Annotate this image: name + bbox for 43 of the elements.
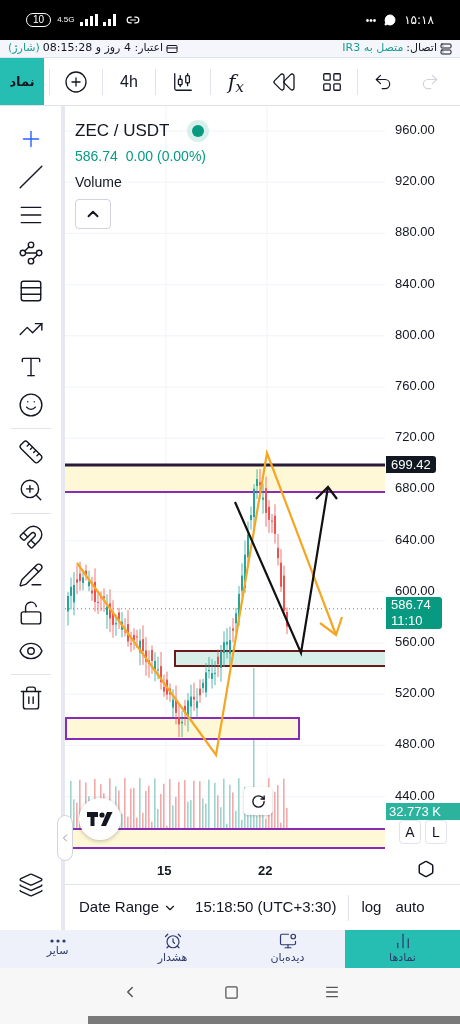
price-label: 640.00 <box>395 531 435 547</box>
connection-status: متصل به IR3 <box>342 40 404 57</box>
volume-tag: 32.773 K <box>386 803 460 820</box>
log-button[interactable]: log <box>361 896 382 919</box>
last-price-value: 586.74 <box>391 596 432 613</box>
scale-button[interactable]: L <box>425 820 447 844</box>
price-label: 480.00 <box>395 736 435 752</box>
nav-tab[interactable]: نمادها <box>345 930 460 968</box>
price-label: 920.00 <box>395 173 435 189</box>
price-label: 560.00 <box>395 634 435 649</box>
scale-button[interactable]: A <box>399 820 421 844</box>
last-price: 586.74 <box>75 146 118 166</box>
indicators-button[interactable]: f$_{x}$ <box>211 66 261 97</box>
nav-tab[interactable]: دیده‌بان <box>230 930 345 968</box>
symbol-button[interactable]: نماد <box>0 58 44 105</box>
price-label: 680.00 <box>395 480 435 496</box>
date-label: 22 <box>258 862 273 880</box>
price-label: 600.00 <box>395 582 435 598</box>
time-zone: 15:18:50 (UTC+3:30) <box>195 897 337 918</box>
more-indicator: ••• <box>365 13 377 28</box>
date-label: 15 <box>157 862 172 880</box>
clock: ۱۵:۱۸ <box>404 12 434 29</box>
interval-button[interactable]: 4h <box>103 69 155 94</box>
countdown: 11:10 <box>391 612 424 629</box>
nav-tab[interactable]: هشدار <box>115 930 230 968</box>
nav-tab[interactable]: سایر <box>0 930 115 968</box>
price-label: 840.00 <box>395 275 435 291</box>
network-type: 4.5G <box>57 16 75 24</box>
price-label: 960.00 <box>395 122 435 137</box>
price-label: 720.00 <box>395 429 435 445</box>
connection-label: اتصال: <box>406 40 437 57</box>
auto-button[interactable]: auto <box>395 896 425 919</box>
price-label: 760.00 <box>395 378 435 393</box>
price-label: 800.00 <box>395 326 435 342</box>
price-label: 880.00 <box>395 224 435 240</box>
price-label: 440.00 <box>395 787 435 803</box>
symbol-title: ZEC / USDT <box>75 120 170 142</box>
price-label: 520.00 <box>395 685 435 701</box>
credit-label: اعتبار: 4 روز و 08:15:28 <box>42 40 164 57</box>
indicator-label: Volume <box>75 172 123 192</box>
price-change: 0.00 (0.00%) <box>125 146 206 166</box>
date-range-button[interactable]: Date Range <box>79 896 178 919</box>
price-tag: 699.42 <box>386 455 436 473</box>
